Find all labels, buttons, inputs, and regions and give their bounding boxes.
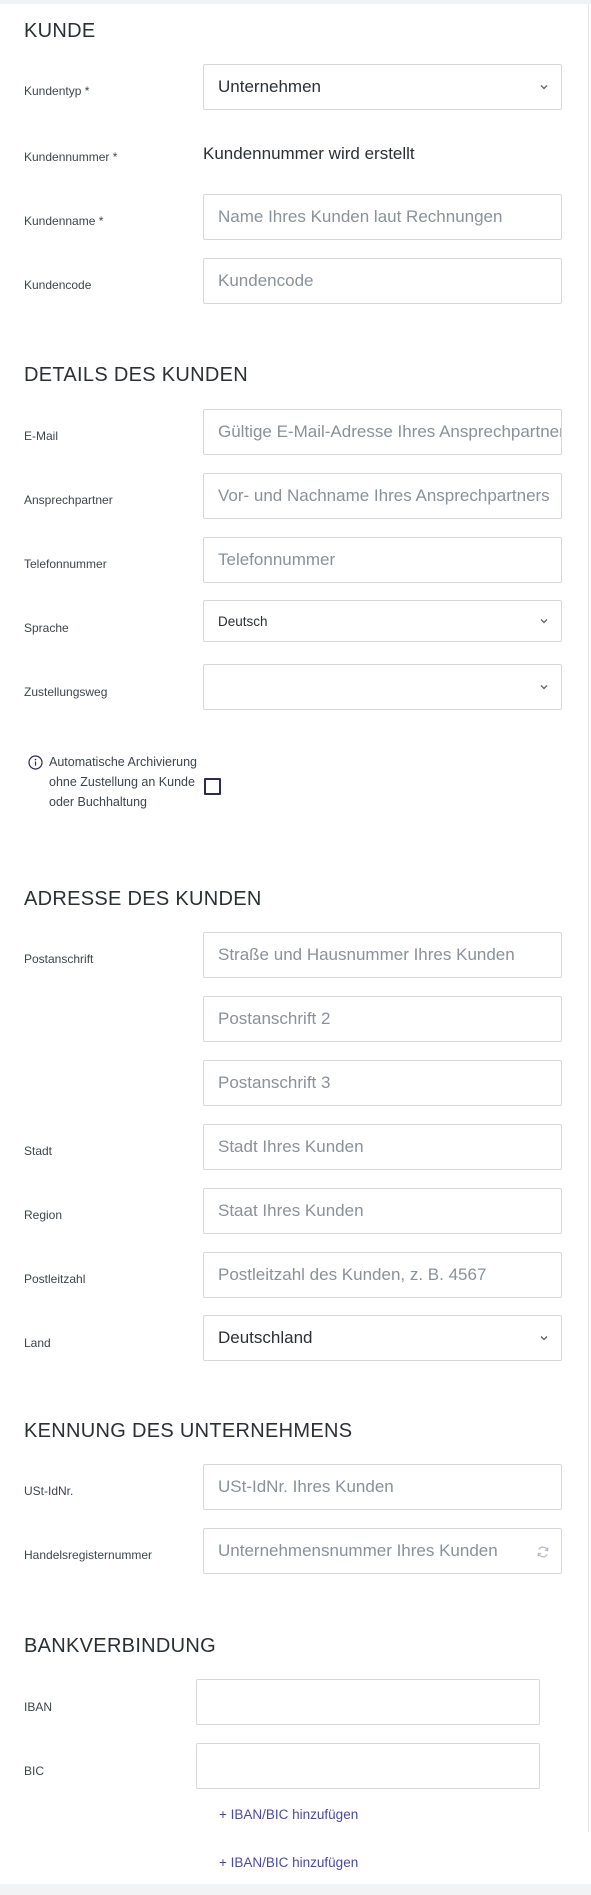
land-select[interactable]: Deutschland — [203, 1315, 562, 1361]
bic-label: BIC — [24, 1764, 45, 1778]
iban-input[interactable] — [196, 1679, 540, 1725]
section-title-kunde: KUNDE — [24, 20, 96, 42]
postanschrift3-input[interactable]: Postanschrift 3 — [203, 1060, 562, 1106]
zustellung-select[interactable] — [203, 664, 562, 710]
email-input[interactable]: Gültige E-Mail-Adresse Ihres Ansprechpar… — [203, 409, 562, 455]
refresh-icon[interactable] — [536, 1544, 550, 1558]
chevron-down-icon — [539, 1333, 549, 1343]
sprache-value: Deutsch — [218, 613, 268, 629]
add-iban-bic-link[interactable]: + IBAN/BIC hinzufügen — [219, 1807, 358, 1822]
chevron-down-icon — [539, 82, 549, 92]
telefon-placeholder: Telefonnummer — [218, 550, 336, 569]
handelsregister-input[interactable]: Unternehmensnummer Ihres Kunden — [203, 1528, 562, 1574]
bic-input[interactable] — [196, 1743, 540, 1789]
kundencode-label: Kundencode — [24, 278, 92, 292]
kundennummer-value: Kundennummer wird erstellt — [203, 144, 415, 163]
archivierung-label: Automatische Archivierung ohne Zustellun… — [49, 755, 197, 809]
region-label: Region — [24, 1208, 63, 1222]
kundentyp-select[interactable]: Unternehmen — [203, 64, 562, 110]
postanschrift2-placeholder: Postanschrift 2 — [218, 1009, 331, 1028]
postanschrift1-input[interactable]: Straße und Hausnummer Ihres Kunden — [203, 932, 562, 978]
region-placeholder: Staat Ihres Kunden — [218, 1201, 364, 1220]
section-title-details: DETAILS DES KUNDEN — [24, 364, 248, 386]
iban-label: IBAN — [24, 1700, 53, 1714]
kundencode-placeholder: Kundencode — [218, 271, 314, 290]
region-input[interactable]: Staat Ihres Kunden — [203, 1188, 562, 1234]
archivierung-checkbox[interactable] — [204, 778, 221, 795]
postanschrift2-input[interactable]: Postanschrift 2 — [203, 996, 562, 1042]
telefon-label: Telefonnummer — [24, 557, 107, 571]
ust-input[interactable]: USt-IdNr. Ihres Kunden — [203, 1464, 562, 1510]
ansprechpartner-placeholder: Vor- und Nachname Ihres Ansprechpartners — [218, 486, 550, 505]
footer-add-iban-bic-link[interactable]: + IBAN/BIC hinzufügen — [219, 1855, 358, 1870]
zustellung-label: Zustellungsweg — [24, 685, 108, 699]
kundentyp-label: Kundentyp * — [24, 84, 90, 98]
ansprechpartner-label: Ansprechpartner — [24, 493, 113, 507]
kundenname-input[interactable]: Name Ihres Kunden laut Rechnungen — [203, 194, 562, 240]
chevron-down-icon — [539, 616, 549, 626]
land-label: Land — [24, 1336, 51, 1350]
kundenname-placeholder: Name Ihres Kunden laut Rechnungen — [218, 207, 503, 226]
sprache-select[interactable]: Deutsch — [203, 600, 562, 642]
section-title-bank: BANKVERBINDUNG — [24, 1635, 217, 1657]
plz-label: Postleitzahl — [24, 1272, 86, 1286]
email-placeholder: Gültige E-Mail-Adresse Ihres Ansprechpar… — [218, 422, 561, 441]
postanschrift-label: Postanschrift — [24, 952, 94, 966]
postanschrift1-placeholder: Straße und Hausnummer Ihres Kunden — [218, 945, 515, 964]
postanschrift3-placeholder: Postanschrift 3 — [218, 1073, 331, 1092]
email-label: E-Mail — [24, 429, 59, 443]
kundencode-input[interactable]: Kundencode — [203, 258, 562, 304]
customer-form-page: KUNDE Kundentyp * Unternehmen Kundennumm… — [0, 0, 591, 1895]
kundentyp-value: Unternehmen — [218, 77, 322, 96]
sprache-label: Sprache — [24, 621, 69, 635]
handelsregister-label: Handelsregisternummer — [24, 1548, 153, 1562]
stadt-placeholder: Stadt Ihres Kunden — [218, 1137, 364, 1156]
telefon-input[interactable]: Telefonnummer — [203, 537, 562, 583]
ust-placeholder: USt-IdNr. Ihres Kunden — [218, 1477, 394, 1496]
section-title-adresse: ADRESSE DES KUNDEN — [24, 888, 262, 910]
kundennummer-label: Kundennummer * — [24, 150, 118, 164]
plz-input[interactable]: Postleitzahl des Kunden, z. B. 4567 — [203, 1252, 562, 1298]
section-title-kennung: KENNUNG DES UNTERNEHMENS — [24, 1420, 353, 1442]
ansprechpartner-input[interactable]: Vor- und Nachname Ihres Ansprechpartners — [203, 473, 562, 519]
plz-placeholder: Postleitzahl des Kunden, z. B. 4567 — [218, 1265, 487, 1284]
handelsregister-placeholder: Unternehmensnummer Ihres Kunden — [218, 1541, 498, 1560]
chevron-down-icon — [539, 682, 549, 692]
stadt-input[interactable]: Stadt Ihres Kunden — [203, 1124, 562, 1170]
info-icon[interactable] — [28, 755, 43, 770]
bottom-shadow — [0, 1884, 591, 1895]
ust-label: USt-IdNr. — [24, 1484, 74, 1498]
land-value: Deutschland — [218, 1328, 313, 1347]
kundenname-label: Kundenname * — [24, 214, 104, 228]
stadt-label: Stadt — [24, 1144, 53, 1158]
